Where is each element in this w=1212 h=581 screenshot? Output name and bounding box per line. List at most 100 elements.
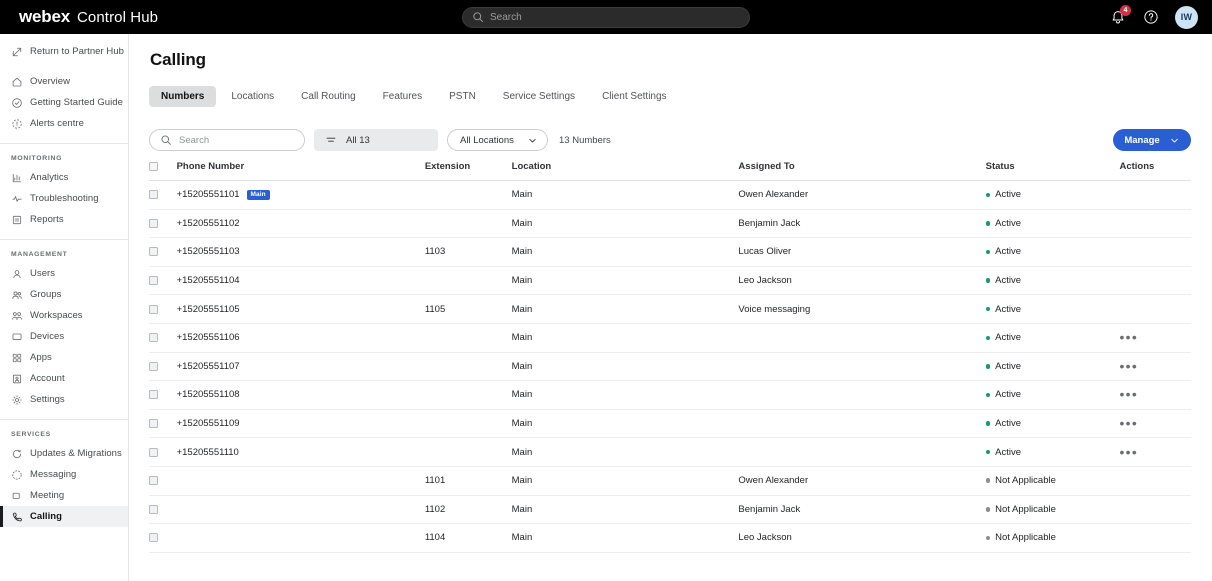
- tab-locations[interactable]: Locations: [219, 86, 286, 107]
- table-row[interactable]: +15205551109 Main Active •••: [149, 409, 1191, 439]
- avatar[interactable]: IW: [1175, 5, 1198, 29]
- table-row[interactable]: +15205551110 Main Active •••: [149, 437, 1191, 467]
- sidebar-item-apps[interactable]: Apps: [0, 347, 128, 368]
- row-actions-menu-icon[interactable]: •••: [1119, 359, 1138, 373]
- sidebar-item-meeting[interactable]: Meeting: [0, 485, 128, 506]
- assigned-to-cell: Lucas Oliver: [738, 237, 986, 267]
- row-actions-menu-icon[interactable]: •••: [1119, 330, 1138, 344]
- table-row[interactable]: +15205551104 Main Leo Jackson Active: [149, 266, 1191, 296]
- column-phone-number[interactable]: Phone Number: [176, 161, 425, 181]
- row-checkbox[interactable]: [149, 333, 158, 343]
- manage-button[interactable]: Manage: [1113, 129, 1191, 151]
- status-cell: Active: [985, 323, 1120, 353]
- status-badge: Active: [985, 275, 1120, 286]
- help-button[interactable]: [1142, 8, 1160, 26]
- status-label: Not Applicable: [995, 503, 1056, 515]
- row-checkbox[interactable]: [149, 504, 158, 514]
- location-select[interactable]: All Locations: [447, 129, 548, 151]
- sidebar-item-updates-migrations[interactable]: Updates & Migrations: [0, 443, 128, 464]
- sidebar-item-label: Troubleshooting: [30, 193, 99, 204]
- row-select-cell: [149, 352, 177, 382]
- table-row[interactable]: 1101 Main Owen Alexander Not Applicable: [149, 466, 1191, 496]
- table-row[interactable]: +15205551108 Main Active •••: [149, 380, 1191, 410]
- chevron-down-icon: [1170, 138, 1178, 143]
- sidebar-item-account[interactable]: Account: [0, 368, 128, 389]
- search-placeholder: Search: [179, 134, 210, 146]
- sidebar-item-analytics[interactable]: Analytics: [0, 167, 128, 188]
- extension-cell: 1104: [424, 523, 512, 553]
- filter-all-button[interactable]: All 13: [314, 129, 438, 151]
- sidebar-item-label: Return to Partner Hub: [30, 46, 124, 57]
- status-badge: Not Applicable: [985, 503, 1120, 515]
- tab-features[interactable]: Features: [371, 86, 434, 107]
- table-row[interactable]: 1102 Main Benjamin Jack Not Applicable: [149, 495, 1191, 525]
- location-cell: Main: [511, 323, 739, 353]
- row-actions-menu-icon[interactable]: •••: [1119, 387, 1138, 401]
- global-search-input[interactable]: Search: [462, 6, 750, 28]
- column-location[interactable]: Location: [511, 161, 739, 181]
- sidebar-item-settings[interactable]: Settings: [0, 389, 128, 410]
- sidebar-item-alerts-centre[interactable]: Alerts centre: [0, 113, 128, 134]
- sidebar-item-users[interactable]: Users: [0, 263, 128, 284]
- tab-client-settings[interactable]: Client Settings: [590, 86, 678, 107]
- row-checkbox[interactable]: [149, 476, 158, 486]
- table-row[interactable]: +15205551105 1105 Main Voice messaging Activ…: [149, 294, 1191, 324]
- row-actions-menu-icon[interactable]: •••: [1119, 445, 1138, 459]
- table-row[interactable]: +15205551102 Main Benjamin Jack Active: [149, 209, 1191, 239]
- status-dot-icon: [985, 478, 991, 483]
- row-checkbox[interactable]: [149, 533, 158, 543]
- status-dot-icon: [985, 306, 991, 312]
- row-checkbox[interactable]: [149, 276, 158, 286]
- sidebar-item-reports[interactable]: Reports: [0, 209, 128, 230]
- table-row[interactable]: +15205551107 Main Active •••: [149, 352, 1191, 382]
- column-status[interactable]: Status: [985, 161, 1120, 181]
- brand-logo[interactable]: webex Control Hub: [12, 7, 158, 27]
- sidebar-item-return-to-partner-hub[interactable]: Return to Partner Hub: [0, 41, 128, 62]
- sidebar-item-calling[interactable]: Calling: [0, 506, 128, 527]
- sidebar-item-groups[interactable]: Groups: [0, 284, 128, 305]
- row-checkbox[interactable]: [149, 419, 158, 429]
- sidebar-item-messaging[interactable]: Messaging: [0, 464, 128, 485]
- sidebar-item-troubleshooting[interactable]: Troubleshooting: [0, 188, 128, 209]
- status-badge: Not Applicable: [985, 532, 1120, 543]
- column-assigned-to[interactable]: Assigned To: [738, 161, 986, 181]
- notifications-button[interactable]: 4: [1109, 5, 1131, 26]
- tab-service-settings[interactable]: Service Settings: [491, 86, 587, 107]
- sidebar-section-services: SERVICES: [11, 431, 51, 438]
- row-checkbox[interactable]: [149, 218, 158, 228]
- table-row[interactable]: 1104 Main Leo Jackson Not Applicable: [149, 523, 1191, 553]
- tab-pstn[interactable]: PSTN: [437, 86, 488, 107]
- table-row[interactable]: +15205551101 Main Main Owen Alexander Active: [149, 180, 1191, 210]
- row-checkbox[interactable]: [149, 190, 158, 200]
- column-extension[interactable]: Extension: [424, 161, 512, 181]
- status-dot-icon: [985, 449, 991, 455]
- location-select-value: All Locations: [460, 134, 514, 146]
- phone-number-wrap: +15205551107: [177, 361, 425, 372]
- table-row[interactable]: +15205551103 1103 Main Lucas Oliver Active: [149, 237, 1191, 267]
- select-all-checkbox[interactable]: [149, 162, 158, 171]
- assigned-to-cell: Owen Alexander: [738, 466, 986, 496]
- status-badge: Active: [985, 361, 1120, 372]
- row-select-cell: [149, 495, 177, 525]
- extension-cell: [424, 323, 512, 353]
- phone-icon: [13, 512, 22, 521]
- row-checkbox[interactable]: [149, 361, 158, 371]
- row-checkbox[interactable]: [149, 447, 158, 457]
- sidebar-item-overview[interactable]: Overview: [0, 71, 128, 92]
- workspace-icon: [12, 311, 22, 320]
- row-checkbox[interactable]: [149, 304, 158, 314]
- home-icon: [12, 77, 22, 86]
- row-checkbox[interactable]: [149, 247, 158, 257]
- sidebar-item-workspaces[interactable]: Workspaces: [0, 305, 128, 326]
- table-row[interactable]: +15205551106 Main Active •••: [149, 323, 1191, 353]
- row-checkbox[interactable]: [149, 390, 158, 400]
- phone-number: +15205551110: [176, 446, 239, 458]
- row-actions-menu-icon[interactable]: •••: [1119, 416, 1138, 430]
- tab-call-routing[interactable]: Call Routing: [289, 86, 367, 107]
- sidebar-item-devices[interactable]: Devices: [0, 326, 128, 347]
- tab-numbers[interactable]: Numbers: [149, 86, 217, 107]
- assigned-to-cell: [738, 323, 986, 353]
- sidebar-item-getting-started-guide[interactable]: Getting Started Guide: [0, 92, 128, 113]
- phone-number: +15205551102: [176, 217, 240, 229]
- search-input[interactable]: Search: [149, 129, 305, 151]
